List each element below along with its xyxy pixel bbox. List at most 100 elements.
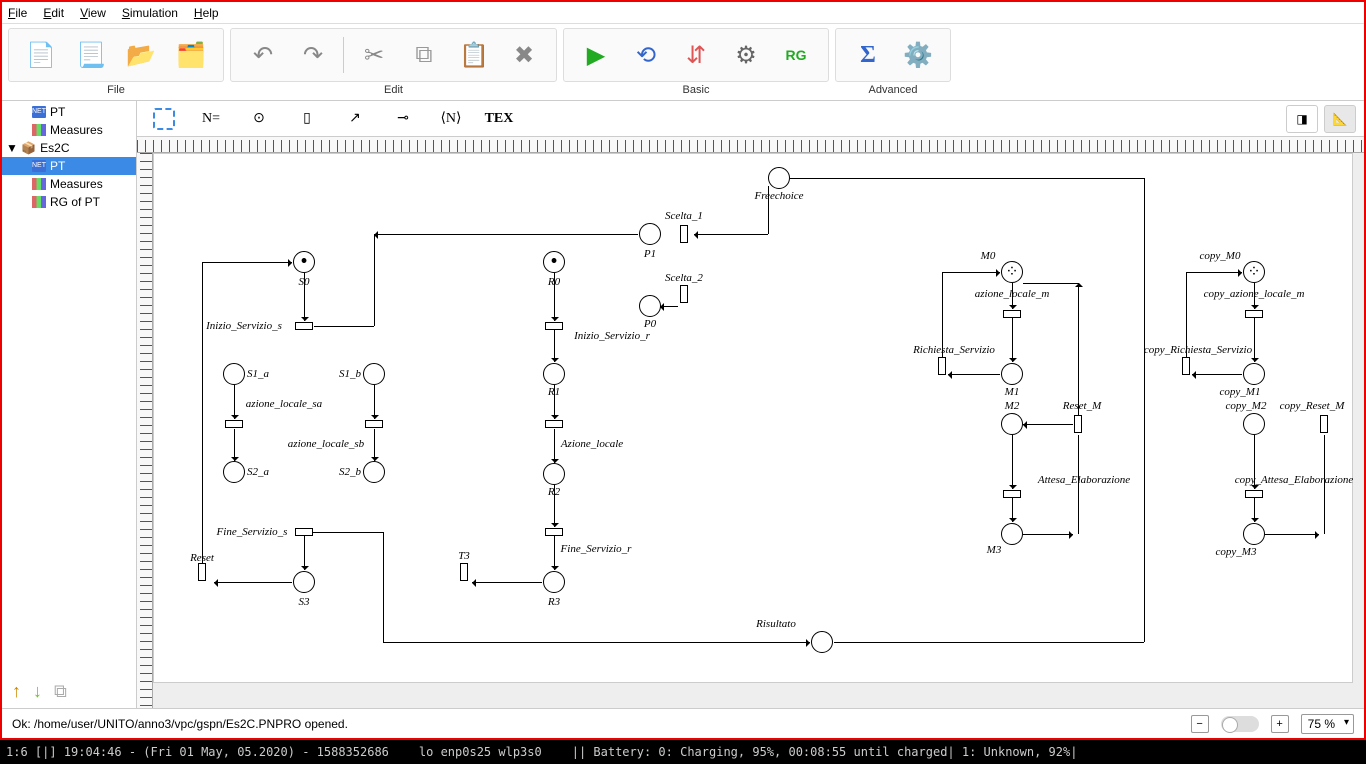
label-S2a: S2_a [247,466,269,478]
menu-view[interactable]: View [80,6,106,20]
label-Az-loc: Azione_locale [561,438,623,450]
tree-measures[interactable]: Measures [2,175,136,193]
neq-tool[interactable]: N= [191,104,231,134]
duplicate-button[interactable]: ⧉ [54,681,67,702]
play-button[interactable]: ▶ [572,33,620,77]
trans-cResetM[interactable] [1320,415,1328,433]
place-Risultato[interactable] [811,631,833,653]
tree-pt[interactable]: NETPT [2,157,136,175]
zoom-out-button[interactable]: − [1191,715,1209,733]
menu-help[interactable]: Help [194,6,219,20]
place-S1b[interactable] [363,363,385,385]
place-M1[interactable] [1001,363,1023,385]
tex-tool[interactable]: TEX [479,104,519,134]
zoom-in-button[interactable]: + [1271,715,1289,733]
trans-Fine-s[interactable] [295,528,313,536]
zoom-toggle[interactable] [1221,716,1259,732]
menu-simulation[interactable]: Simulation [122,6,178,20]
place-S3[interactable] [293,571,315,593]
undo-button[interactable]: ↶ [239,33,287,77]
label-Fine-s: Fine_Servizio_s [217,526,288,538]
tree-pt-top[interactable]: NETPT [2,103,136,121]
zoom-select[interactable]: 75 % [1301,714,1354,734]
label-cM2: copy_M2 [1226,400,1267,412]
place-S1a[interactable] [223,363,245,385]
place-cM1[interactable] [1243,363,1265,385]
sigma-button[interactable]: Σ [844,33,892,77]
settings-button[interactable]: ⚙️ [894,33,942,77]
select-tool[interactable] [153,108,175,130]
label-Fine-r: Fine_Servizio_r [561,543,632,555]
petri-net-canvas[interactable]: S0 Inizio_Servizio_s S1_a S1_b azione_lo… [153,153,1353,683]
save-all-button[interactable]: 🗂️ [167,33,215,77]
place-M3[interactable] [1001,523,1023,545]
place-cM0[interactable] [1243,261,1265,283]
cycle-button[interactable]: ⟲ [622,33,670,77]
label-Inizio-r: Inizio_Servizio_r [574,330,650,342]
label-Scelta1: Scelta_1 [665,210,703,222]
cut-button[interactable]: ✂ [350,33,398,77]
label-Attesa: Attesa_Elaborazione [1038,474,1130,486]
trans-ResetM[interactable] [1074,415,1082,433]
label-S2b: S2_b [339,466,361,478]
delete-button[interactable]: ✖ [500,33,548,77]
place-P1[interactable] [639,223,661,245]
place-R0[interactable] [543,251,565,273]
label-az-sb: azione_locale_sb [288,438,364,450]
label-Risultato: Risultato [756,618,796,630]
place-S0[interactable] [293,251,315,273]
label-M2: M2 [1005,400,1020,412]
trans-Scelta2[interactable] [680,285,688,303]
main-toolbar: 📄 📃 📂 🗂️ File ↶ ↷ ✂ ⧉ 📋 ✖ Edit ▶ ⟲ [2,24,1364,101]
group-basic-label: Basic [683,84,710,96]
label-Scelta2: Scelta_2 [665,272,703,284]
place-cM2[interactable] [1243,413,1265,435]
label-cM1: copy_M1 [1220,386,1261,398]
place-tool[interactable]: ⊙ [239,104,279,134]
tree-rg[interactable]: RG of PT [2,193,136,211]
group-edit-label: Edit [384,84,403,96]
label-cResetM: copy_Reset_M [1280,400,1345,412]
trans-Reset[interactable] [198,563,206,581]
label-M1: M1 [1005,386,1020,398]
menu-edit[interactable]: Edit [43,6,64,20]
menu-file[interactable]: File [8,6,27,20]
place-R1[interactable] [543,363,565,385]
taskbar-left: 1:6 [|] 19:04:46 - (Fri 01 May, 05.2020)… [6,745,389,759]
open-button[interactable]: 📂 [117,33,165,77]
new-page-button[interactable]: 📃 [67,33,115,77]
move-up-button[interactable]: ↑ [12,681,21,702]
menubar: File Edit View Simulation Help [2,2,1364,24]
redo-button[interactable]: ↷ [289,33,337,77]
trans-T3[interactable] [460,563,468,581]
label-cRich: copy_Richiesta_Servizio [1144,344,1252,356]
tree-measures-top[interactable]: Measures [2,121,136,139]
label-P1: P1 [644,248,656,260]
group-advanced-label: Advanced [869,84,918,96]
inhib-tool[interactable]: ⊸ [383,104,423,134]
place-R3[interactable] [543,571,565,593]
move-down-button[interactable]: ↓ [33,681,42,702]
rg-button[interactable]: RG [772,33,820,77]
arc-tool[interactable]: ↗ [335,104,375,134]
ruler-tool[interactable]: 📐 [1324,105,1356,133]
copy-button[interactable]: ⧉ [400,33,448,77]
unfold-button[interactable]: ⇵ [672,33,720,77]
project-tree[interactable]: NETPT Measures ▼ 📦 Es2C NETPT Measures R… [2,101,136,675]
tree-project[interactable]: ▼ 📦 Es2C [2,139,136,157]
new-net-button[interactable]: 📄 [17,33,65,77]
angle-tool[interactable]: ⟨N⟩ [431,104,471,134]
label-S3: S3 [299,596,310,608]
drawing-toolbar: N= ⊙ ▯ ↗ ⊸ ⟨N⟩ TEX ◨ 📐 [137,101,1364,137]
measure-button[interactable]: ⚙ [722,33,770,77]
group-file-label: File [107,84,125,96]
statusbar: Ok: /home/user/UNITO/anno3/vpc/gspn/Es2C… [2,708,1364,738]
canvas-viewport[interactable]: S0 Inizio_Servizio_s S1_a S1_b azione_lo… [153,153,1364,708]
eraser-tool[interactable]: ◨ [1286,105,1318,133]
label-cM3: copy_M3 [1216,546,1257,558]
paste-button[interactable]: 📋 [450,33,498,77]
trans-Scelta1[interactable] [680,225,688,243]
place-cM3[interactable] [1243,523,1265,545]
trans-tool[interactable]: ▯ [287,104,327,134]
place-M0[interactable] [1001,261,1023,283]
